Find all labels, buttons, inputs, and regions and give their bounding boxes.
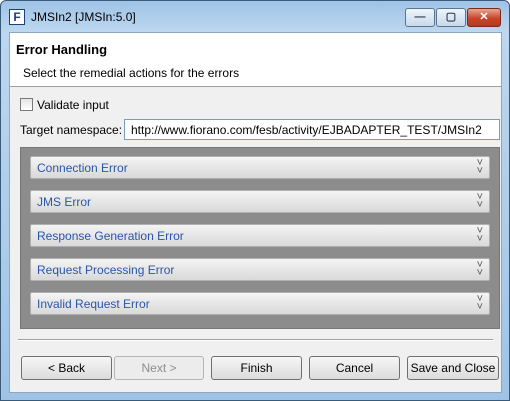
validate-input-label[interactable]: Validate input xyxy=(37,98,109,112)
error-item-invalid-request[interactable]: Invalid Request Error ˅ ˅ xyxy=(30,292,490,315)
double-chevron-down-icon[interactable]: ˅ ˅ xyxy=(477,192,483,211)
dialog-body: Error Handling Select the remedial actio… xyxy=(9,32,502,393)
error-item-label: Invalid Request Error xyxy=(37,297,150,311)
back-button[interactable]: < Back xyxy=(21,356,112,380)
window-title: JMSIn2 [JMSIn:5.0] xyxy=(31,10,136,24)
wizard-header: Error Handling Select the remedial actio… xyxy=(10,33,501,87)
validate-input-checkbox[interactable] xyxy=(20,98,33,111)
target-namespace-input[interactable] xyxy=(124,119,500,140)
title-bar[interactable]: F JMSIn2 [JMSIn:5.0] — ▢ ✕ xyxy=(1,1,509,31)
app-icon: F xyxy=(9,9,25,25)
error-list-panel: Connection Error ˅ ˅ JMS Error ˅ ˅ Respons… xyxy=(20,147,500,329)
target-namespace-label: Target namespace: xyxy=(20,123,123,137)
button-separator xyxy=(18,339,493,341)
error-item-label: JMS Error xyxy=(37,195,91,209)
minimize-button[interactable]: — xyxy=(405,8,435,27)
cancel-button[interactable]: Cancel xyxy=(309,356,400,380)
error-item-jms[interactable]: JMS Error ˅ ˅ xyxy=(30,190,490,213)
double-chevron-down-icon[interactable]: ˅ ˅ xyxy=(477,294,483,313)
error-item-label: Request Processing Error xyxy=(37,263,175,277)
page-title: Error Handling xyxy=(16,42,108,57)
double-chevron-down-icon[interactable]: ˅ ˅ xyxy=(477,226,483,245)
double-chevron-down-icon[interactable]: ˅ ˅ xyxy=(477,158,483,177)
page-subtitle: Select the remedial actions for the erro… xyxy=(23,66,240,80)
error-item-response-generation[interactable]: Response Generation Error ˅ ˅ xyxy=(30,224,490,247)
dialog-window: F JMSIn2 [JMSIn:5.0] — ▢ ✕ Error Handlin… xyxy=(0,0,510,401)
double-chevron-down-icon[interactable]: ˅ ˅ xyxy=(477,260,483,279)
close-button[interactable]: ✕ xyxy=(467,8,501,27)
error-item-connection[interactable]: Connection Error ˅ ˅ xyxy=(30,156,490,179)
next-button[interactable]: Next > xyxy=(114,356,204,380)
maximize-button[interactable]: ▢ xyxy=(436,8,466,27)
error-item-label: Connection Error xyxy=(37,161,128,175)
error-item-label: Response Generation Error xyxy=(37,229,184,243)
save-and-close-button[interactable]: Save and Close xyxy=(407,356,499,380)
finish-button[interactable]: Finish xyxy=(211,356,302,380)
error-item-request-processing[interactable]: Request Processing Error ˅ ˅ xyxy=(30,258,490,281)
